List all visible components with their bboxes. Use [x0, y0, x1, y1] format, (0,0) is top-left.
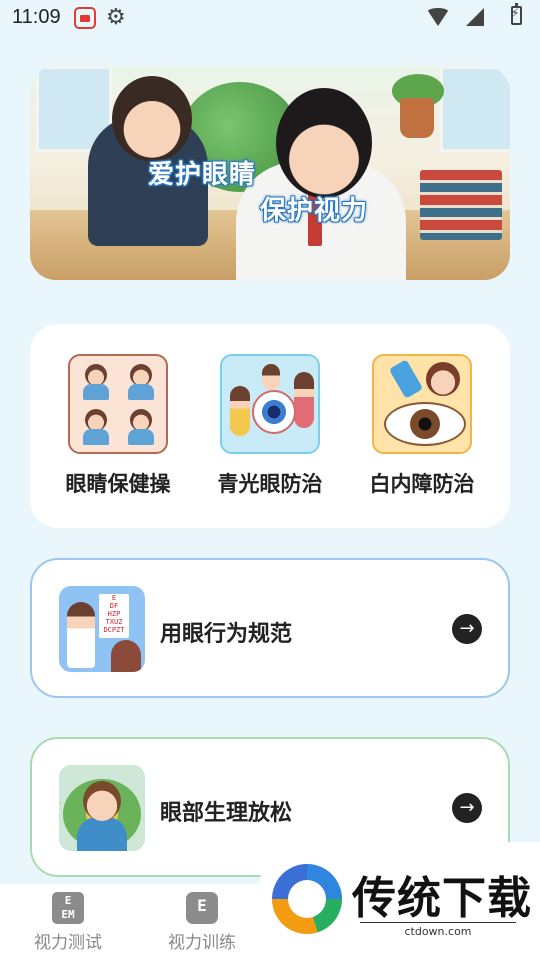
category-label: 眼睛保健操 [65, 472, 171, 496]
banner-window-illustration [440, 66, 510, 152]
vision-training-icon: E [186, 892, 218, 924]
category-card: 眼睛保健操 青光眼防治 白内障防治 [30, 324, 510, 528]
banner-pot-illustration [400, 98, 434, 138]
category-eye-exercise[interactable]: 眼睛保健操 [53, 354, 183, 498]
category-glaucoma[interactable]: 青光眼防治 [205, 354, 335, 498]
hero-banner[interactable]: 爱护眼睛 保护视力 [30, 66, 510, 280]
vision-test-icon: E EM [52, 892, 84, 924]
nav-vision-training[interactable]: E 视力训练 [152, 892, 252, 953]
watermark-brand: 传统下载 [352, 873, 532, 924]
arrow-right-icon[interactable]: → [452, 614, 482, 644]
settings-gear-icon: ⚙ [106, 5, 126, 30]
cell-signal-icon [466, 8, 484, 26]
banner-slogan-line1: 爱护眼睛 [148, 160, 257, 190]
arrow-right-icon[interactable]: → [452, 793, 482, 823]
nav-label: 视力训练 [168, 933, 236, 953]
list-card-label: 眼部生理放松 [160, 801, 293, 826]
eye-chart-doctor-illustration-icon: E DF HZP TXUZ DCPZT [59, 586, 145, 672]
list-card-label: 用眼行为规范 [160, 622, 293, 647]
nav-vision-test[interactable]: E EM 视力测试 [18, 892, 118, 953]
glaucoma-illustration-icon [220, 354, 320, 454]
cataract-illustration-icon [372, 354, 472, 454]
watermark-logo-icon [272, 864, 342, 934]
wifi-icon [426, 8, 450, 26]
banner-boy-head-illustration [276, 88, 372, 198]
battery-charging-icon [511, 3, 522, 25]
banner-girl-head-illustration [112, 76, 192, 162]
category-label: 白内障防治 [369, 472, 475, 496]
category-label: 青光眼防治 [217, 472, 323, 496]
eye-exercise-illustration-icon [68, 354, 168, 454]
list-card-eye-habits[interactable]: E DF HZP TXUZ DCPZT 用眼行为规范 → [30, 558, 510, 698]
eye-chart: E DF HZP TXUZ DCPZT [99, 594, 129, 638]
watermark-overlay: 传统下载 ctdown.com [260, 842, 540, 960]
notification-app-icon [74, 7, 96, 29]
nav-label: 视力测试 [34, 933, 102, 953]
watermark-url: ctdown.com [360, 922, 516, 938]
status-time: 11:09 [12, 6, 61, 28]
banner-slogan-line2: 保护视力 [260, 196, 369, 226]
banner-books-illustration [420, 170, 502, 240]
relaxing-child-illustration-icon [59, 765, 145, 851]
category-cataract[interactable]: 白内障防治 [357, 354, 487, 498]
status-bar: 11:09 ⚙ [0, 0, 540, 36]
